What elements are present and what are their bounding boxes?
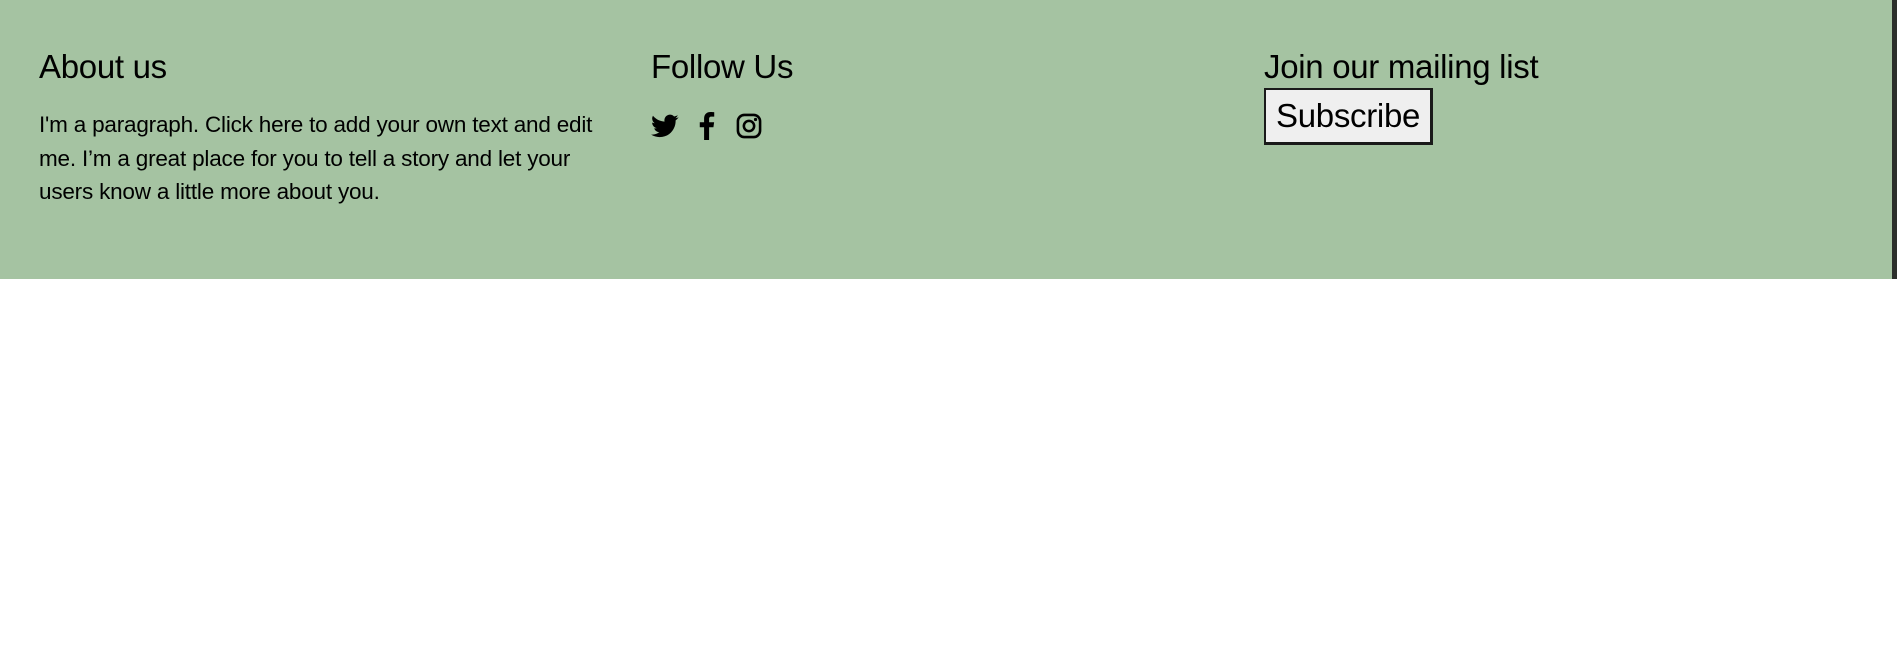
site-footer: About us I'm a paragraph. Click here to …: [0, 0, 1892, 279]
subscribe-button[interactable]: Subscribe: [1264, 88, 1434, 145]
social-links: [651, 112, 1211, 140]
about-paragraph: I'm a paragraph. Click here to add your …: [39, 112, 593, 204]
about-heading: About us: [39, 48, 167, 85]
follow-section: Follow Us: [651, 46, 1211, 140]
about-section: About us I'm a paragraph. Click here to …: [39, 46, 599, 209]
scrollbar[interactable]: [1892, 0, 1897, 279]
follow-heading: Follow Us: [651, 48, 794, 85]
mailing-heading: Join our mailing list: [1264, 48, 1539, 85]
twitter-icon[interactable]: [651, 112, 679, 140]
instagram-icon[interactable]: [735, 112, 763, 140]
mailing-section: Join our mailing list Subscribe: [1264, 46, 1824, 145]
facebook-icon[interactable]: [693, 112, 721, 140]
